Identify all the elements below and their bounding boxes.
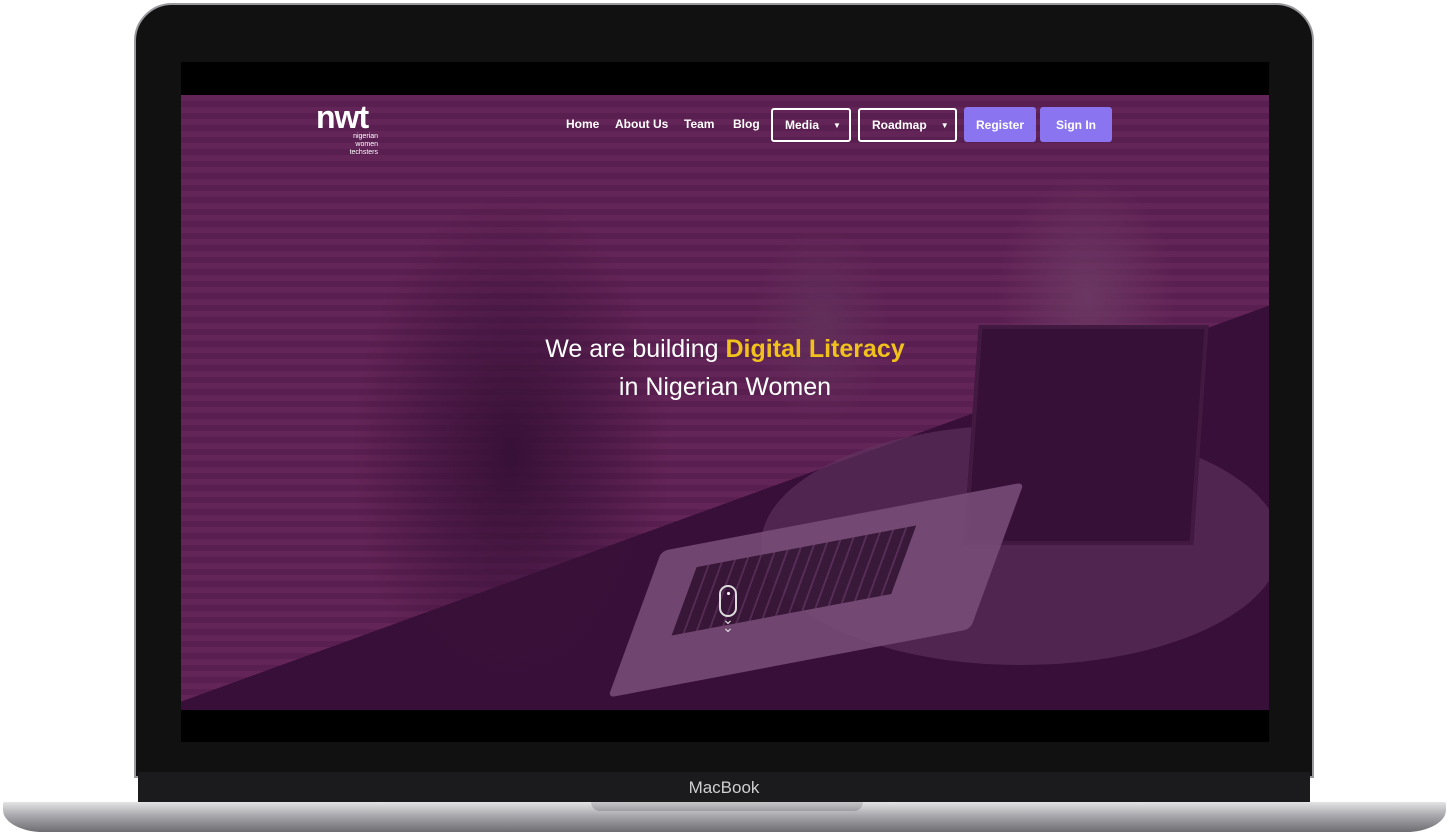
hero-headline: We are building Digital Literacy in Nige… <box>181 330 1269 406</box>
chevron-double-down-icon[interactable]: ⌄ ⌄ <box>718 612 738 634</box>
caret-down-icon: ▼ <box>833 120 841 130</box>
media-dropdown[interactable]: Media ▼ <box>771 108 851 142</box>
nav-about-us[interactable]: About Us <box>615 117 668 131</box>
logo-mark: nwt <box>316 99 369 135</box>
nav-team[interactable]: Team <box>684 117 714 131</box>
roadmap-label: Roadmap <box>872 118 927 132</box>
sign-in-button[interactable]: Sign In <box>1040 107 1112 142</box>
headline-highlight: Digital Literacy <box>725 335 905 363</box>
device-label: MacBook <box>688 778 760 797</box>
roadmap-dropdown[interactable]: Roadmap ▼ <box>858 108 957 142</box>
headline-line2: in Nigerian Women <box>618 373 832 401</box>
media-label: Media <box>785 118 820 132</box>
laptop-base <box>3 802 1446 832</box>
navbar: nwt nigerian women techsters Home About … <box>181 95 1269 165</box>
laptop-chin: MacBook <box>138 772 1310 804</box>
caret-down-icon: ▼ <box>940 120 949 130</box>
register-button[interactable]: Register <box>964 107 1036 142</box>
logo-sub: techsters <box>349 149 378 156</box>
logo[interactable]: nwt nigerian women techsters <box>316 101 378 157</box>
headline-prefix: We are building <box>545 335 726 363</box>
nav-blog[interactable]: Blog <box>733 117 760 131</box>
hero-section: nwt nigerian women techsters Home About … <box>181 95 1269 710</box>
logo-sub: women <box>355 141 378 148</box>
nav-home[interactable]: Home <box>566 117 599 131</box>
